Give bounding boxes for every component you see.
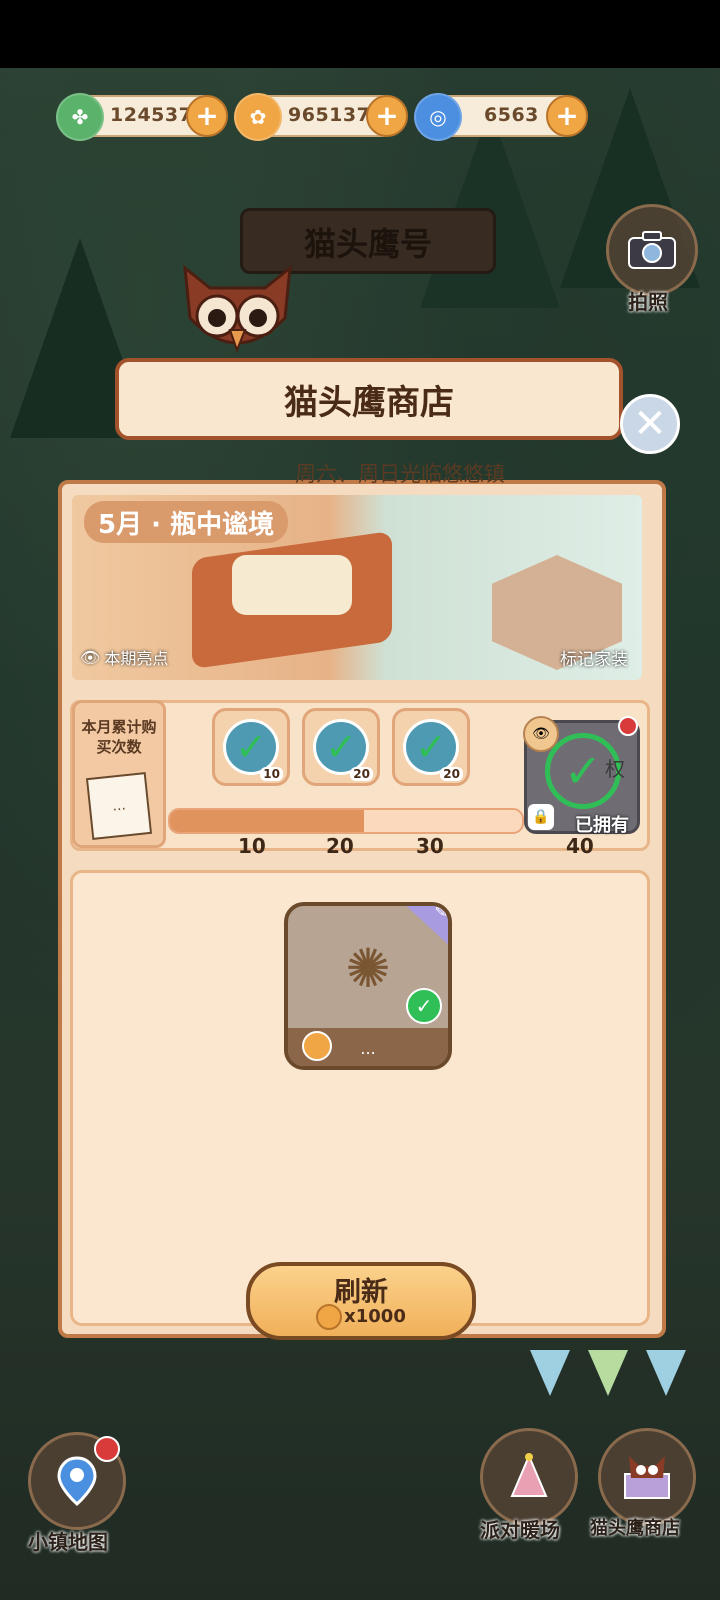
party-hat-icon [510,1453,548,1497]
clover-amount: 124537 [110,104,193,126]
bunting-flag [588,1350,628,1396]
bunting-flag [530,1350,570,1396]
featured-banner[interactable]: 5月 · 瓶中谧境 👁 本期亮点 标记家装 [72,495,642,680]
milestone-reward[interactable]: ✓ 20 [302,708,380,786]
add-coin-button[interactable]: + [366,95,408,137]
notification-dot [94,1436,120,1462]
progress-tick: 40 [566,834,594,858]
highlight-button[interactable]: 👁 本期亮点 [80,645,168,669]
refresh-button[interactable]: 刷新 x1000 [246,1262,476,1340]
add-clover-button[interactable]: + [186,95,228,137]
progress-tick: 30 [416,834,444,858]
note-dots: ... [111,797,127,815]
swirl-currency: ◎ 6563 + [414,93,588,141]
note-icon: ... [85,772,153,840]
highlight-label: 本期亮点 [104,649,169,668]
shop-title: 猫头鹰商店 [284,382,454,423]
milestone-badge: 10 [260,767,283,781]
coin-currency: ✿ 965137 + [234,93,408,141]
bunting [530,1350,686,1396]
featured-sofa [232,555,352,615]
shop-subtitle: 周六、周日光临悠悠镇 [295,462,505,486]
add-swirl-button[interactable]: + [546,95,588,137]
owl-shop-button[interactable] [598,1428,696,1526]
progress-tick: 10 [238,834,266,858]
monthly-purchase-card: 本月累计购买次数 ... [72,700,166,848]
purchase-progress-bar [168,808,524,834]
refresh-cost: x1000 [250,1304,472,1330]
notification-dot [618,716,638,736]
monthly-purchase-label: 本月累计购买次数 [81,718,157,756]
map-pin-icon [57,1456,97,1506]
swirl-amount: 6563 [484,104,539,126]
camera-button[interactable] [606,204,698,296]
mark-furniture-button[interactable]: 标记家装 [560,645,628,670]
close-button[interactable]: ✕ [620,394,680,454]
clover-icon: ✤ [56,93,104,141]
milestone-reward[interactable]: ✓ 20 [392,708,470,786]
owl-shop-icon [624,1456,670,1499]
party-label: 派对暖场 [480,1518,560,1542]
owl-shop-label: 猫头鹰商店 [590,1518,680,1539]
owl-mascot-icon [183,264,292,353]
progress-tick: 20 [326,834,354,858]
loading-icon: ✺ [345,936,391,1000]
milestone-badge: 20 [440,767,463,781]
bunting-flag [646,1350,686,1396]
final-reward-text: 权 [605,757,625,781]
eye-icon: 👁 [80,647,101,667]
milestone-reward[interactable]: ✓ 10 [212,708,290,786]
progress-fill [170,810,364,832]
coin-icon: ✿ [234,93,282,141]
theme-title: 5月 · 瓶中谧境 [84,501,289,543]
close-icon: ✕ [633,401,667,447]
swirl-icon: ◎ [414,93,462,141]
lock-icon: 🔒 [528,804,554,830]
milestone-badge: 20 [350,767,373,781]
preview-eye-icon[interactable]: 👁 [523,716,559,752]
item-price: ... [360,1039,376,1058]
party-button[interactable] [480,1428,578,1526]
coin-amount: 965137 [288,104,371,126]
status-bar [0,0,720,68]
new-tag-icon: ✎ [402,906,448,948]
owned-check-icon: ✓ [406,988,442,1024]
town-map-label: 小镇地图 [28,1530,108,1554]
mark-furniture-label: 标记家装 [560,650,628,670]
camera-label: 拍照 [628,290,668,314]
refresh-cost-value: x1000 [344,1306,406,1327]
shop-item[interactable]: ✎ ✺ ✓ ... [284,902,452,1070]
coin-icon [316,1304,343,1330]
clover-currency: ✤ 124537 + [56,93,228,141]
camera-icon [628,231,676,269]
shop-title-banner: 猫头鹰商店 [115,358,623,440]
